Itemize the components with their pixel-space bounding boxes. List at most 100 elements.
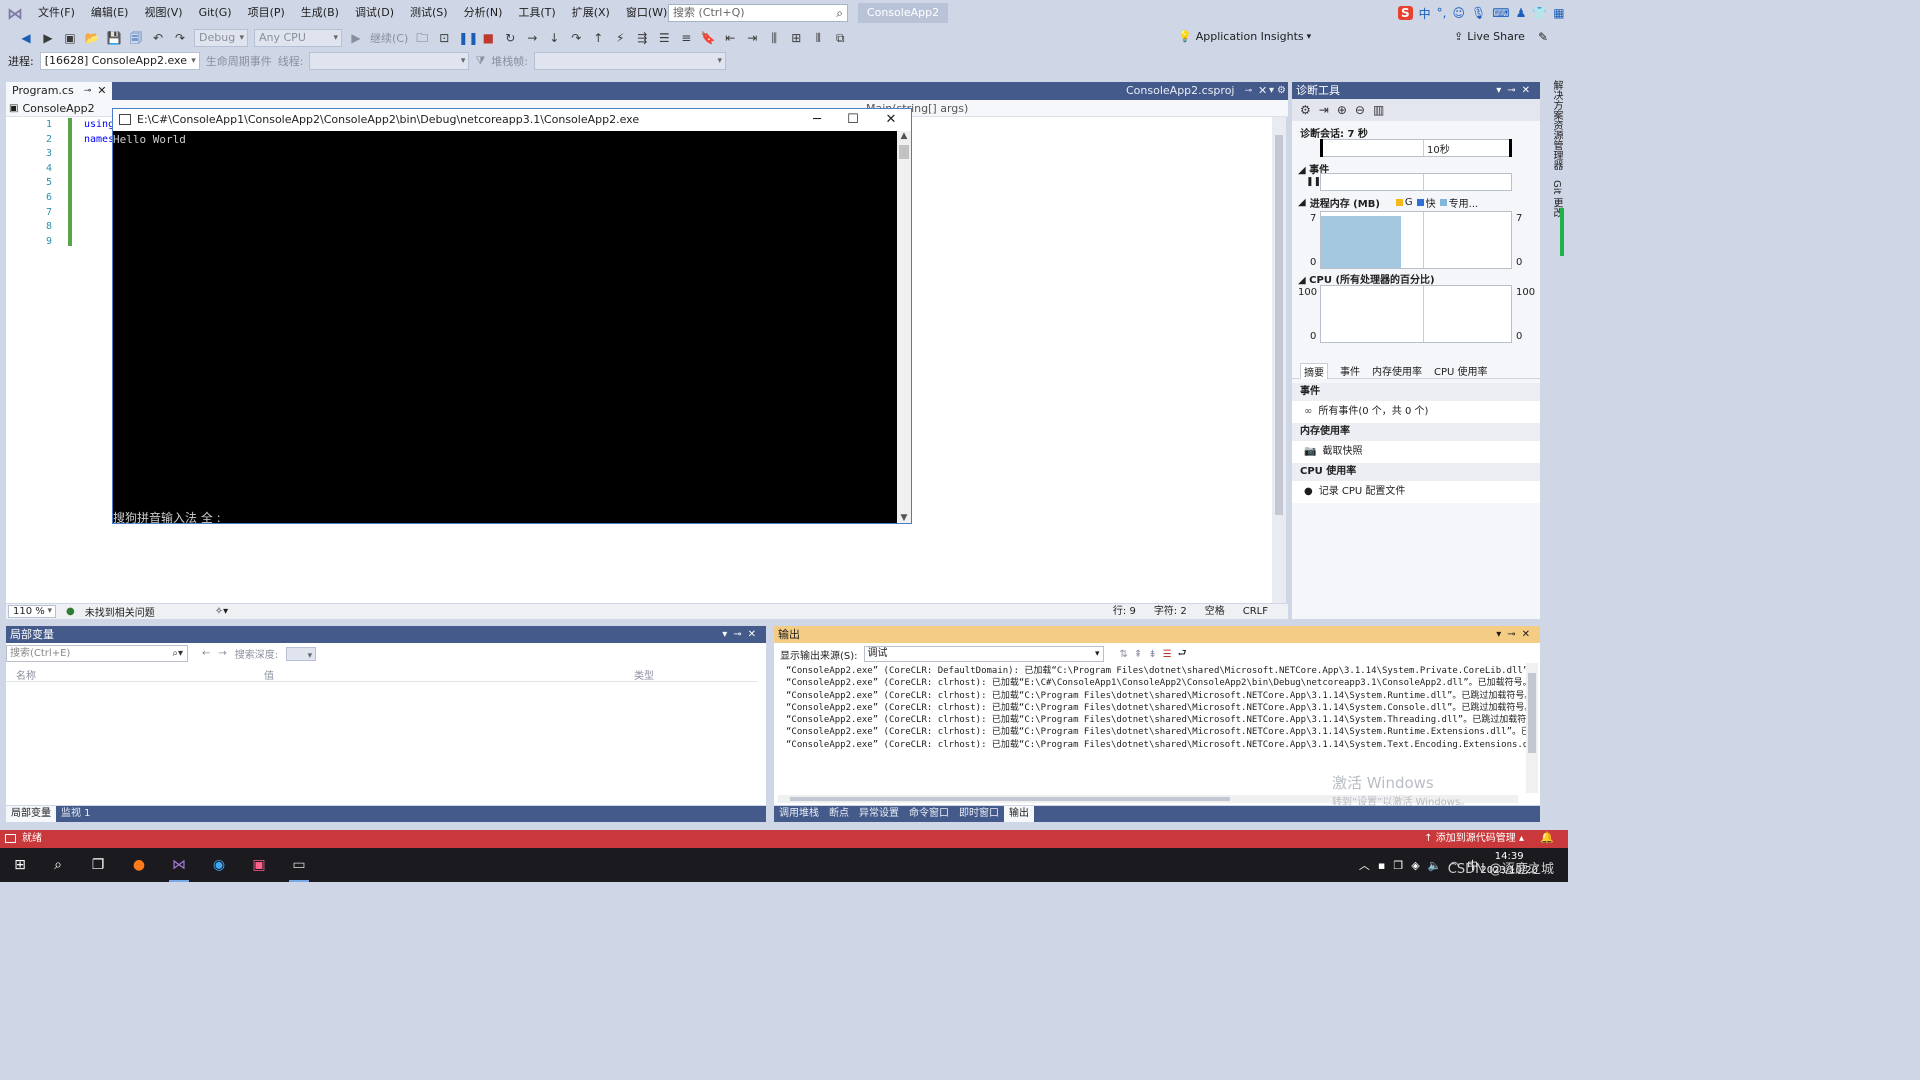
bookmark-prev-icon[interactable]: ⇤ xyxy=(722,30,738,46)
menu-item[interactable]: 窗口(W) xyxy=(618,0,675,26)
tab-program-cs[interactable]: Program.cs ⊸ ✕ xyxy=(6,82,113,100)
code-line[interactable] xyxy=(84,235,114,250)
window-controls[interactable]: ▾⊸✕ xyxy=(1496,626,1536,643)
new-project-icon[interactable]: ▣ xyxy=(62,30,78,46)
scroll-thumb[interactable] xyxy=(790,797,1230,801)
code-line[interactable]: names xyxy=(84,133,114,148)
scroll-thumb[interactable] xyxy=(899,145,909,159)
save-icon[interactable]: 💾 xyxy=(106,30,122,46)
scroll-thumb[interactable] xyxy=(1528,673,1536,753)
search-depth-select[interactable] xyxy=(286,646,317,664)
close-icon[interactable]: ✕ xyxy=(1258,82,1267,100)
stackframe-select[interactable] xyxy=(533,52,726,70)
cpu-chart[interactable] xyxy=(1320,285,1512,343)
step-out-icon[interactable]: ↑ xyxy=(590,30,606,46)
menu-item[interactable]: 调试(D) xyxy=(347,0,402,26)
back-icon[interactable]: ◀ xyxy=(18,30,34,46)
tray-window-icon[interactable]: ❐ xyxy=(1393,859,1403,872)
redo-icon[interactable]: ↷ xyxy=(172,30,188,46)
gear-icon[interactable]: ⚙ xyxy=(1277,82,1286,100)
scroll-up-icon[interactable]: ▲ xyxy=(897,131,911,141)
filter-icon[interactable]: ⧩ xyxy=(475,54,485,68)
restart-icon[interactable]: ↻ xyxy=(502,30,518,46)
open-folder-icon[interactable]: 📂 xyxy=(84,30,100,46)
menu-item[interactable]: 文件(F) xyxy=(30,0,83,26)
output-tab[interactable]: 断点 xyxy=(824,806,854,822)
menu-item[interactable]: 视图(V) xyxy=(136,0,190,26)
platform-select[interactable]: Any CPU xyxy=(254,29,342,47)
column-value[interactable]: 值 xyxy=(264,667,274,682)
console-window[interactable]: E:\C#\ConsoleApp1\ConsoleApp2\ConsoleApp… xyxy=(112,108,912,525)
align-icon[interactable]: ⫼ xyxy=(766,30,782,46)
output-tab[interactable]: 调用堆栈 xyxy=(774,806,824,822)
code-line[interactable] xyxy=(84,191,114,206)
screenshot-icon[interactable]: ⊡ xyxy=(436,30,452,46)
ime-mode-text[interactable]: 中 xyxy=(1419,5,1431,22)
pin-icon[interactable]: ⊸ xyxy=(1244,82,1252,100)
undo-icon[interactable]: ↶ xyxy=(150,30,166,46)
step-over-icon[interactable]: ↷ xyxy=(568,30,584,46)
lifecycle-events-button[interactable]: 生命周期事件 xyxy=(206,53,272,69)
menu-item[interactable]: 编辑(E) xyxy=(83,0,137,26)
ime-voice-icon[interactable]: 🎙 xyxy=(1471,6,1486,20)
maximize-button[interactable]: ☐ xyxy=(835,109,871,131)
output-vscrollbar[interactable] xyxy=(1526,663,1538,793)
editor-scrollbar[interactable] xyxy=(1272,117,1286,603)
code-line[interactable] xyxy=(84,162,114,177)
media-app-icon[interactable]: ▣ xyxy=(247,854,271,876)
window-controls[interactable]: ▾⊸✕ xyxy=(722,626,762,643)
prev-message-icon[interactable]: ⇞ xyxy=(1134,649,1142,660)
threads-icon[interactable]: ⇶ xyxy=(634,30,650,46)
layout-icon[interactable]: ⊞ xyxy=(788,30,804,46)
save-all-icon[interactable]: 🗐 xyxy=(128,30,144,46)
eol-indicator[interactable]: CRLF xyxy=(1243,604,1268,619)
minimize-button[interactable]: ─ xyxy=(799,109,835,131)
live-share-button[interactable]: ⇪ Live Share xyxy=(1454,30,1525,43)
group-icon[interactable]: ⧉ xyxy=(832,30,848,46)
search-input[interactable]: 搜索 (Ctrl+Q) ⌕ xyxy=(668,4,848,22)
ime-user-icon[interactable]: ♟ xyxy=(1516,6,1527,20)
events-track[interactable] xyxy=(1320,173,1512,191)
ime-emoji-icon[interactable]: ☺ xyxy=(1453,6,1466,20)
feedback-icon[interactable]: ✎ xyxy=(1538,30,1548,44)
next-message-icon[interactable]: ⇟ xyxy=(1148,649,1156,660)
scroll-down-icon[interactable]: ▼ xyxy=(897,513,911,523)
word-wrap-icon[interactable]: ⮐ xyxy=(1178,646,1187,663)
locals-tab[interactable]: 监视 1 xyxy=(56,806,96,822)
solution-explorer-tab[interactable]: 解决方案资源管理器 xyxy=(1549,80,1564,170)
code-line[interactable] xyxy=(84,206,114,221)
clear-all-icon[interactable]: ☰ xyxy=(1163,649,1172,660)
scroll-thumb[interactable] xyxy=(1275,135,1283,515)
pause-icon[interactable]: ❚❚ xyxy=(1306,177,1321,187)
stop-icon[interactable]: ■ xyxy=(480,30,496,46)
menu-item[interactable]: 生成(B) xyxy=(293,0,347,26)
code-line[interactable] xyxy=(84,220,114,235)
visual-studio-logo-icon[interactable]: ⋈ xyxy=(0,0,30,26)
line-indicator[interactable]: 行: 9 xyxy=(1113,604,1136,619)
whitespace-indicator[interactable]: 空格 xyxy=(1205,604,1225,619)
output-source-select[interactable]: 调试 xyxy=(863,646,1104,662)
notifications-icon[interactable]: 🔔 xyxy=(1540,831,1554,844)
pause-icon[interactable]: ❚❚ xyxy=(458,30,478,46)
show-next-statement-icon[interactable]: → xyxy=(524,30,540,46)
code-line[interactable] xyxy=(84,147,114,162)
bookmark-next-icon[interactable]: ⇥ xyxy=(744,30,760,46)
column-name[interactable]: 名称 xyxy=(16,667,36,682)
forward-icon[interactable]: ▶ xyxy=(40,30,56,46)
window-controls[interactable]: ▾⊸✕ xyxy=(1496,82,1536,99)
process-select[interactable]: [16628] ConsoleApp2.exe xyxy=(39,52,200,70)
export-icon[interactable]: ⇥ xyxy=(1319,103,1329,117)
spacing-icon[interactable]: ⫴ xyxy=(810,30,826,46)
firefox-icon[interactable]: ● xyxy=(127,854,151,876)
char-indicator[interactable]: 字符: 2 xyxy=(1154,604,1187,619)
timeline-ruler[interactable]: 10秒 xyxy=(1320,139,1512,157)
console-output-area[interactable]: Hello World 搜狗拼音输入法 全 : xyxy=(113,131,897,525)
thread-select[interactable] xyxy=(309,52,470,70)
chart-icon[interactable]: ▥ xyxy=(1373,103,1384,117)
close-icon[interactable]: ✕ xyxy=(97,82,106,100)
code-line[interactable] xyxy=(84,176,114,191)
ime-punct-icon[interactable]: °, xyxy=(1437,6,1447,20)
output-tab[interactable]: 命令窗口 xyxy=(904,806,954,822)
comment-icon[interactable]: ≡ xyxy=(678,30,694,46)
zoom-out-icon[interactable]: ⊖ xyxy=(1355,103,1365,117)
